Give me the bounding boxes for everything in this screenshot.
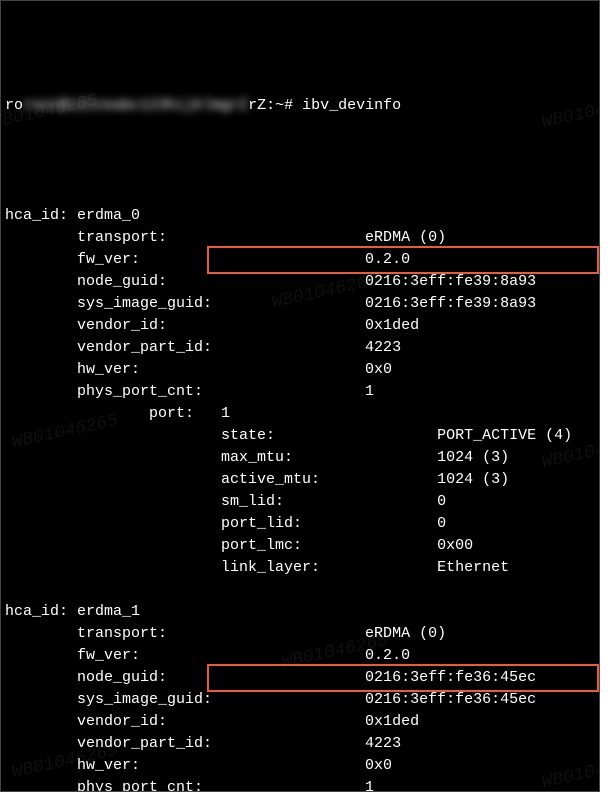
port-attr-row: active_mtu: 1024 (3) [5,469,595,491]
port-attr-row: sm_lid: 0 [5,491,595,513]
port-attr-row: port_lid: 0 [5,513,595,535]
device-attr-row: vendor_part_id: 4223 [5,733,595,755]
port-attr-row: link_layer: Ethernet [5,557,595,579]
blank-line [5,579,595,601]
port-line: port: 1 [5,403,595,425]
device-attr-row: vendor_id: 0x1ded [5,315,595,337]
device-attr-row: phys_port_cnt: 1 [5,777,595,792]
device-attr-row: hw_ver: 0x0 [5,359,595,381]
device-attr-row: fw_ver: 0.2.0 [5,645,595,667]
terminal-window[interactable]: roroot@iZ2zeabc123hijklmgrZrZ:~# ibv_dev… [0,0,600,792]
prompt-user-host: roroot@iZ2zeabc123hijklmgrZrZ [5,97,266,114]
device-attr-row: node_guid: 0216:3eff:fe36:45ec [5,667,595,689]
port-state-row: state: PORT_ACTIVE (4) [5,425,595,447]
port-attr-row: port_lmc: 0x00 [5,535,595,557]
device-attr-row: fw_ver: 0.2.0 [5,249,595,271]
device-attr-row: vendor_part_id: 4223 [5,337,595,359]
device-attr-row: vendor_id: 0x1ded [5,711,595,733]
device-attr-row: phys_port_cnt: 1 [5,381,595,403]
prompt-path: :~# [266,97,293,114]
device-attr-row: hw_ver: 0x0 [5,755,595,777]
device-attr-row: node_guid: 0216:3eff:fe39:8a93 [5,271,595,293]
port-attr-row: max_mtu: 1024 (3) [5,447,595,469]
device-attr-row: sys_image_guid: 0216:3eff:fe36:45ec [5,689,595,711]
device-attr-row: sys_image_guid: 0216:3eff:fe39:8a93 [5,293,595,315]
command: ibv_devinfo [302,97,401,114]
hca-id-line: hca_id: erdma_1 [5,601,595,623]
prompt-line: roroot@iZ2zeabc123hijklmgrZrZ:~# ibv_dev… [5,95,595,117]
hca-id-line: hca_id: erdma_0 [5,205,595,227]
device-attr-row: transport: eRDMA (0) [5,227,595,249]
device-attr-row: transport: eRDMA (0) [5,623,595,645]
